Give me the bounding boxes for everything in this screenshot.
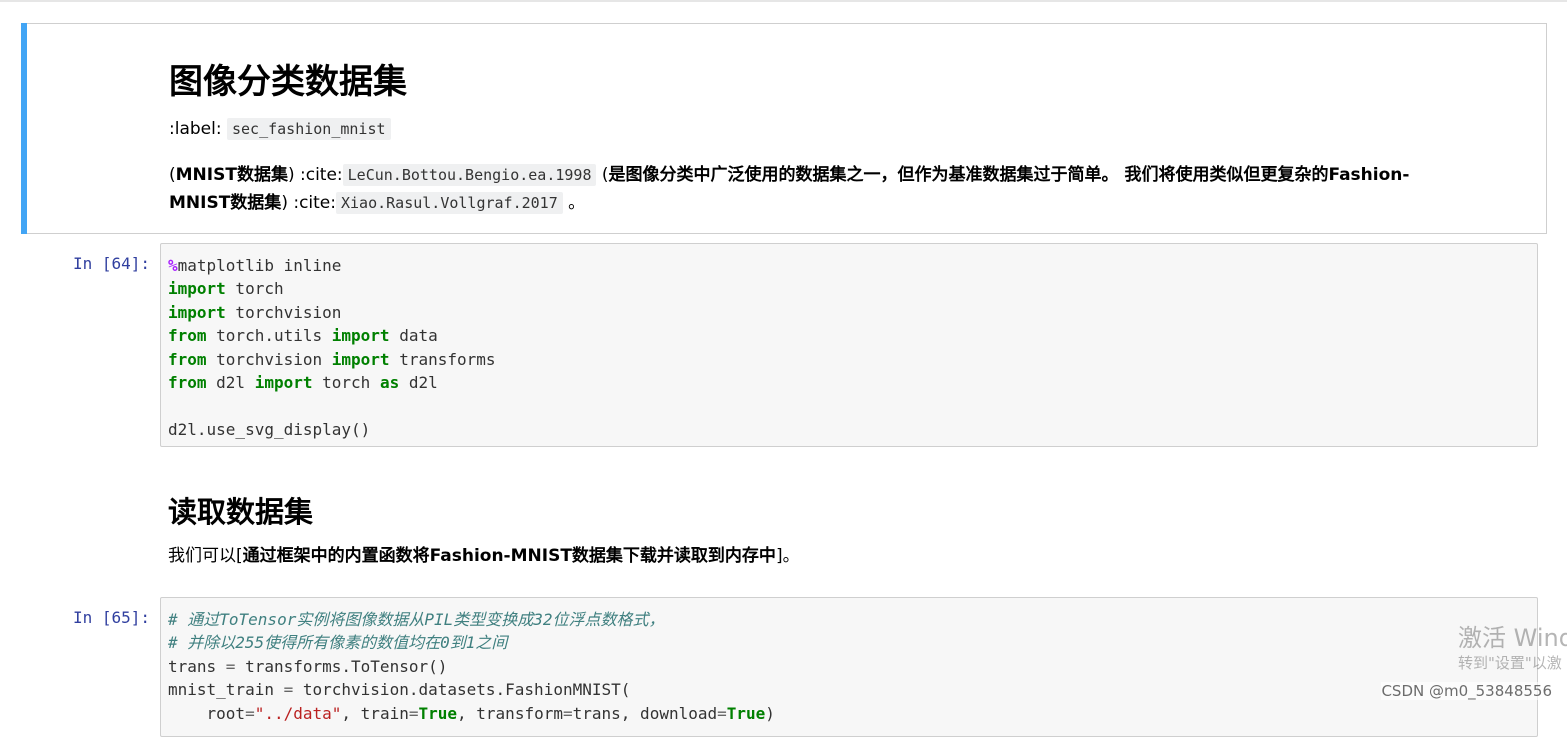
code2-line-3: trans = transforms.ToTensor() [168, 656, 448, 676]
code-line-3: import torchvision [168, 302, 342, 322]
cite-code-2: Xiao.Rasul.Vollgraf.2017 [336, 192, 563, 214]
paren-open-2: ( [596, 165, 609, 185]
code-line-6: from d2l import torch as d2l [168, 373, 438, 393]
code-line-1: %matplotlib inline [168, 256, 342, 275]
cell-selection-indicator [21, 23, 27, 234]
code2-comment-2: # 并除以255使得所有像素的数值均在0到1之间 [168, 633, 508, 653]
code-cell-load-dataset[interactable]: # 通过ToTensor实例将图像数据从PIL类型变换成32位浮点数格式， # … [160, 597, 1538, 737]
label-code: sec_fashion_mnist [226, 118, 391, 140]
intro-paragraph-line-1: (MNIST数据集) :cite: LeCun.Bottou.Bengio.ea.… [169, 161, 1409, 189]
text-prefix: 我们可以[ [168, 546, 243, 566]
csdn-watermark: CSDN @m0_53848556 [1381, 682, 1552, 700]
top-border [0, 0, 1567, 2]
cite-prefix-1: ) :cite: [287, 165, 343, 185]
read-dataset-paragraph: 我们可以[通过框架中的内置函数将Fashion-MNIST数据集下载并读取到内存… [168, 542, 800, 570]
windows-activation-hint: 转到"设置"以激 [1458, 654, 1562, 672]
intro-paragraph-line-2: MNIST数据集) :cite: Xiao.Rasul.Vollgraf.2017… [169, 189, 585, 217]
paren-open: ( [169, 165, 176, 185]
cite-prefix-2: ) :cite: [281, 193, 336, 213]
input-prompt-64: In [64]: [72, 254, 150, 273]
code-editor[interactable]: %matplotlib inline import torch import t… [168, 254, 496, 441]
text-suffix: ]。 [775, 546, 800, 566]
windows-activation-watermark: 激活 Wind [1458, 624, 1567, 652]
code-line-8: d2l.use_svg_display() [168, 419, 371, 439]
input-prompt-65: In [65]: [72, 608, 150, 627]
page-title: 图像分类数据集 [169, 62, 407, 102]
code2-line-4: mnist_train = torchvision.datasets.Fashi… [168, 680, 631, 700]
bold-description: 是图像分类中广泛使用的数据集之一，但作为基准数据集过于简单。 我们将使用类似但更… [608, 165, 1410, 185]
code2-line-5: root="../data", train=True, transform=tr… [168, 703, 775, 723]
text-bold: 通过框架中的内置函数将Fashion-MNIST数据集下载并读取到内存中 [242, 546, 776, 566]
para-end: 。 [562, 193, 586, 213]
label-line: :label: sec_fashion_mnist [169, 115, 391, 143]
code2-comment-1: # 通过ToTensor实例将图像数据从PIL类型变换成32位浮点数格式， [168, 610, 665, 629]
code-line-5: from torchvision import transforms [168, 349, 496, 369]
cite-code-1: LeCun.Bottou.Bengio.ea.1998 [342, 164, 597, 186]
code-cell-imports[interactable]: %matplotlib inline import torch import t… [160, 243, 1538, 447]
bold-fashion-mnist: MNIST数据集 [169, 193, 282, 213]
code-line-2: import torch [168, 279, 284, 299]
label-prefix: :label: [169, 119, 222, 139]
markdown-cell-title[interactable]: 图像分类数据集 :label: sec_fashion_mnist (MNIST… [21, 23, 1547, 234]
code-editor-2[interactable]: # 通过ToTensor实例将图像数据从PIL类型变换成32位浮点数格式， # … [168, 608, 775, 725]
bold-mnist: MNIST数据集 [175, 165, 288, 185]
code-line-4: from torch.utils import data [168, 326, 438, 346]
section-heading-read-dataset: 读取数据集 [168, 495, 314, 529]
